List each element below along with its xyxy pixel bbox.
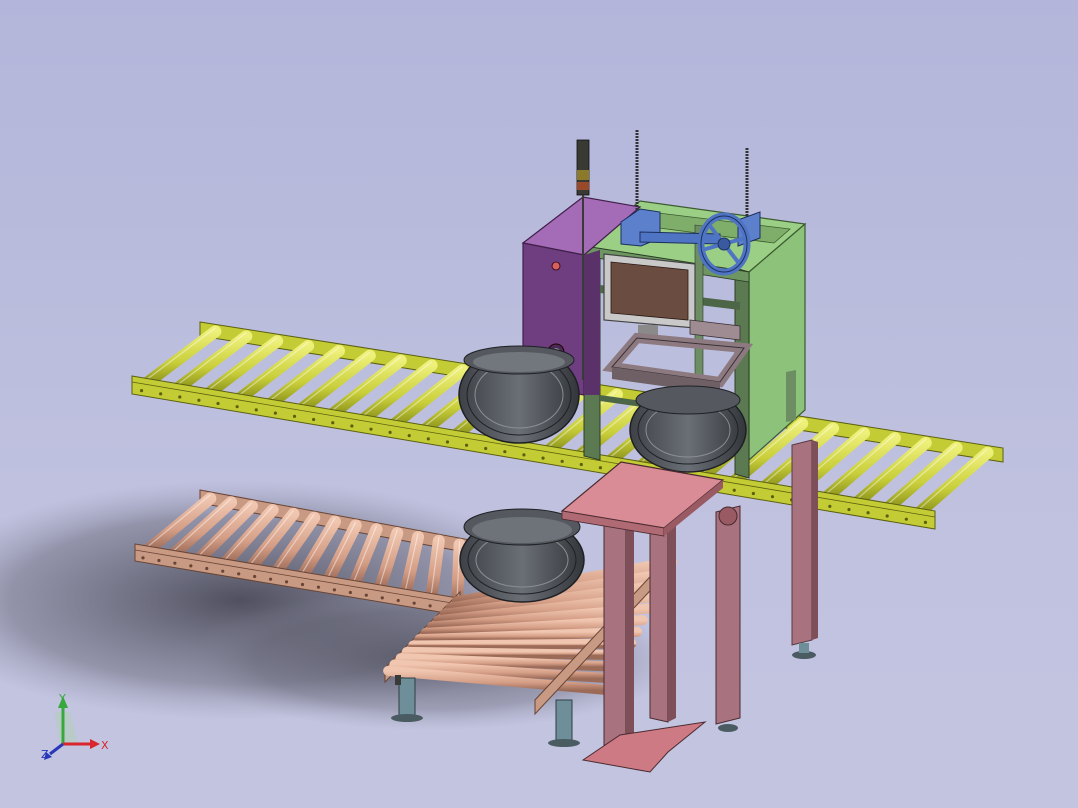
rail-bolt-hole [770,495,775,499]
rail-bolt-hole [503,450,507,454]
z-axis-label: Z [41,748,49,761]
rail-bolt-hole [197,398,201,402]
rail-bolt-hole [159,392,163,396]
rail-bolt-hole [300,582,305,587]
conveyor-roller [234,339,315,405]
rail-bolt-hole [331,421,335,425]
rail-bolt-hole [173,561,177,565]
rail-bolt-hole [396,598,400,603]
x-axis-label: X [101,739,109,752]
rail-bolt-hole [904,517,908,521]
rail-bolt-hole [216,401,220,406]
y-axis-label: Y [58,692,66,705]
rail-bolt-hole [141,556,145,560]
rail-bolt-hole [847,507,851,512]
rail-bolt-hole [412,601,416,605]
rail-bolt-hole [732,488,736,492]
rail-bolt-hole [484,446,488,451]
rail-bolt-hole [407,434,411,438]
rail-bolt-hole [292,414,297,418]
rail-bolt-hole [284,580,289,584]
rail-bolt-hole [751,491,755,496]
conveyor-roller [820,432,901,503]
rail-bolt-hole [189,564,193,568]
rail-bolt-hole [579,462,583,467]
rail-bolt-hole [178,395,182,399]
gripper-frame [602,319,754,394]
rail-bolt-hole [254,408,258,412]
rail-bolt-hole [380,596,384,600]
rail-bolt-hole [541,456,545,460]
conveyor-roller [357,359,438,425]
rail-bolt-hole [221,569,225,573]
rail-bolt-hole [316,585,321,589]
rail-bolt-hole [332,588,337,592]
rail-bolt-hole [237,572,241,576]
rail-bolt-hole [253,574,257,579]
rail-bolt-hole [273,411,277,415]
rail-bolt-hole [885,514,889,518]
rail-bolt-hole [388,430,392,434]
hmi-touchscreen [603,253,696,339]
conveyor-roller [388,364,469,431]
rail-bolt-hole [598,466,603,470]
rail-bolt-hole [268,577,273,581]
conveyor-roller [851,436,932,509]
wheel-rim-3 [459,508,585,603]
rail-bolt-hole [364,593,368,597]
cad-viewport[interactable]: Y X Z [0,0,1078,808]
conveyor-roller [172,330,253,394]
conveyor-roller [203,335,284,399]
wheel-rim-2 [629,385,747,473]
rail-bolt-hole [369,427,373,431]
conveyor-roller [264,344,345,410]
conveyor-roller [913,446,994,519]
rail-bolt-hole [923,520,928,524]
rail-bolt-hole [235,405,239,409]
rail-bolt-hole [426,437,430,441]
main-conveyor-legs [791,439,818,659]
conveyor-roller [882,441,963,514]
rail-bolt-hole [157,558,161,563]
rail-bolt-hole [560,459,564,463]
rail-bolt-hole [866,511,870,515]
rail-bolt-hole [312,417,316,422]
rail-bolt-hole [350,424,354,428]
rail-bolt-hole [139,389,144,393]
rail-bolt-hole [522,453,526,457]
rail-bolt-hole [428,604,432,608]
rail-bolt-hole [445,440,450,444]
conveyor-roller [295,349,376,415]
rail-bolt-hole [464,443,469,447]
wheel-rim-1 [458,345,580,444]
rail-bolt-hole [348,590,352,595]
conveyor-roller [326,354,407,420]
rail-bolt-hole [828,504,832,508]
assembly-scene: Y X Z [0,130,1004,773]
rail-bolt-hole [205,566,209,571]
pink-support-column [715,505,741,732]
